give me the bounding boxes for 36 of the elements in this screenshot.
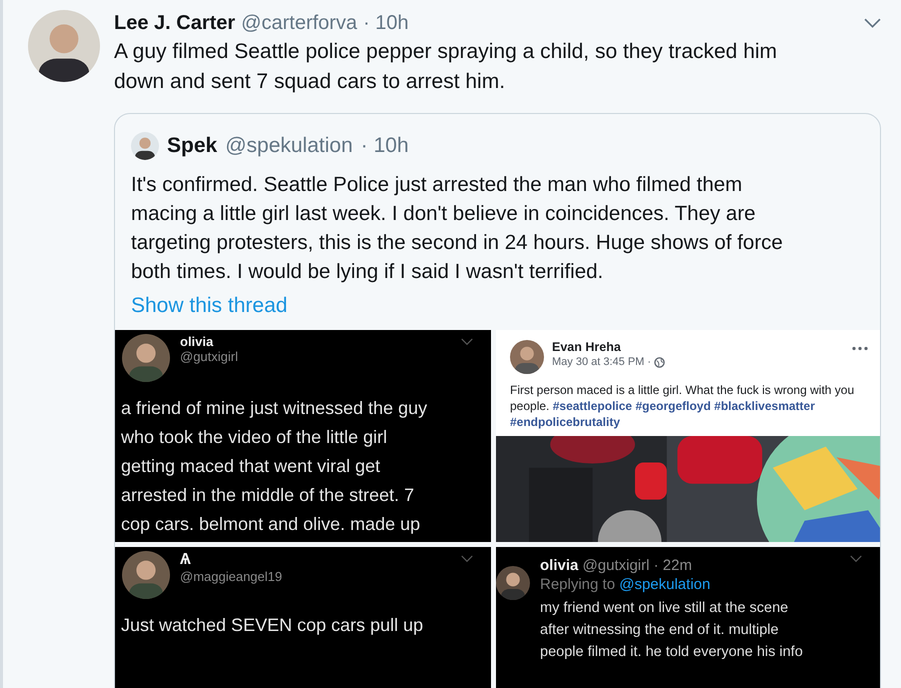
- chevron-down-icon[interactable]: [864, 18, 881, 29]
- tweet-text: my friend went on live still at the scene after witnessing the end of it. multiple people filmed it. he told everyone his info: [540, 599, 803, 662]
- poster-name: Evan Hreha: [552, 340, 622, 354]
- replying-to-text: Replying to @spekulation: [540, 576, 712, 593]
- chevron-down-icon[interactable]: [850, 555, 862, 563]
- display-name: Ѧ: [180, 551, 192, 569]
- tweet-time[interactable]: · 10h: [360, 134, 409, 158]
- tweet-text: a friend of mine just witnessed the guy who took the video of the little girl getting maced that went viral get arrested in the middle of the street. 7 cop cars. belmont and olive. made up: [120, 397, 428, 536]
- more-icon[interactable]: [852, 346, 868, 351]
- user-handle: @gutxigirl: [180, 349, 238, 364]
- globe-icon: [654, 356, 666, 368]
- hashtag-link[interactable]: #georgefloyd: [635, 399, 711, 413]
- author-handle[interactable]: @spekulation: [225, 134, 353, 158]
- quoted-tweet-card[interactable]: [114, 113, 881, 688]
- author-handle[interactable]: @carterforva: [241, 12, 358, 35]
- chevron-down-icon[interactable]: [461, 555, 473, 563]
- tweet-text: A guy filmed Seattle police pepper spraying a child, so they tracked him down and sent 7 squad cars to arrest him.: [114, 39, 778, 95]
- user-handle: @maggieangel19: [180, 569, 282, 584]
- display-name: olivia: [180, 334, 214, 349]
- mention-link[interactable]: @spekulation: [619, 576, 710, 593]
- avatar-icon[interactable]: [131, 132, 159, 160]
- quoted-tweet-text: It's confirmed. Seattle Police just arrested the man who filmed them macing a little girl last week. I don't believe in coincidences. They are targeting protesters, this is the second in 24 hours. Huge shows of force both times. I would be lying if I said I wasn't terrified.: [130, 172, 784, 285]
- author-name[interactable]: Lee J. Carter: [114, 12, 236, 35]
- tweet-time[interactable]: · 10h: [363, 12, 409, 35]
- author-name[interactable]: Spek: [167, 134, 218, 158]
- tweet-header: olivia @gutxigirl · 22m: [540, 557, 693, 574]
- hashtag-link[interactable]: #seattlepolice: [552, 399, 632, 413]
- hashtag-link[interactable]: #endpolicebrutality: [510, 415, 620, 429]
- avatar-icon[interactable]: [510, 340, 544, 374]
- post-text: First person maced is a little girl. What the fuck is wrong with you people. #seattlepolice #georgefloyd #blacklivesmatter #endpolicebrutality: [509, 382, 856, 431]
- post-date: May 30 at 3:45 PM ·: [552, 356, 652, 368]
- avatar-icon[interactable]: [122, 551, 170, 599]
- tweet-text: Just watched SEVEN cop cars pull up: [120, 614, 424, 637]
- hashtag-link[interactable]: #blacklivesmatter: [714, 399, 815, 413]
- avatar-icon[interactable]: [122, 334, 170, 382]
- chevron-down-icon[interactable]: [461, 338, 473, 346]
